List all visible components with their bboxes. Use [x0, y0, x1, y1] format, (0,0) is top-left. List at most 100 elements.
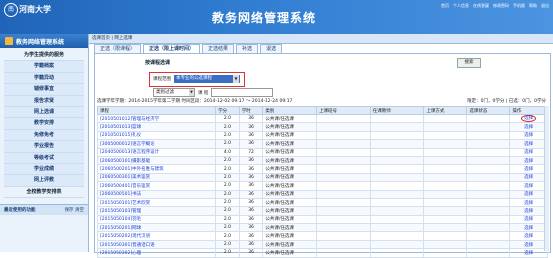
course-name[interactable]: [2060500501]书法 [96, 189, 217, 199]
course-name[interactable]: [2015050103]管理 [96, 206, 217, 216]
select-button-text[interactable]: 选择 [524, 209, 533, 214]
top-link-logout[interactable]: 退出 [541, 3, 549, 9]
course-name[interactable]: [2060500401]音乐鉴赏 [96, 181, 217, 191]
select-button-text[interactable]: 选择 [524, 159, 533, 164]
select-button[interactable]: 选择 [509, 239, 548, 250]
course-name[interactable]: [2015050302]心理 [96, 248, 217, 258]
sidebar-item-grades[interactable]: 学业成绩 [4, 163, 84, 176]
select-button[interactable]: 选择 [509, 223, 548, 233]
select-button[interactable]: 选择 [509, 189, 548, 199]
course-name[interactable]: [2015050101]艺术欣赏 [96, 197, 217, 208]
course-name[interactable]: [2060500201]中外名胜与建筑 [96, 164, 217, 174]
class-no-cell [316, 147, 371, 157]
top-link-home[interactable]: 首页 [441, 3, 449, 9]
sidebar-item-exemption[interactable]: 免修免考 [4, 129, 84, 142]
select-button-text[interactable]: 选择 [524, 142, 533, 147]
course-name-text[interactable]: [2060500401]音乐鉴赏 [100, 184, 150, 189]
type-cell-text: 公共课/任选课 [265, 175, 294, 181]
sidebar-item-academic-report[interactable]: 学业报告 [4, 141, 84, 153]
course-scope-select[interactable]: 本专业的公选课程 ▼ [174, 75, 240, 83]
course-name-text[interactable]: [3005000012]语言学概论 [100, 142, 155, 147]
course-name-text[interactable]: [2060500301]美术鉴赏 [100, 175, 150, 180]
select-button-text[interactable]: 选择 [524, 226, 533, 231]
course-input[interactable] [211, 88, 274, 97]
course-name[interactable]: [2015050301]普通话口语 [96, 239, 217, 250]
course-name-text[interactable]: [2040500013]语言程序设计 [100, 150, 159, 155]
course-name-text[interactable]: [2015050202]现代汉语 [100, 234, 150, 239]
top-link-qa[interactable]: 在线答疑 [473, 3, 489, 9]
course-name-text[interactable]: [2060500101]摄影基础 [100, 159, 150, 164]
course-name[interactable]: [2060500101]摄影基础 [96, 155, 217, 166]
select-button[interactable]: 选择 [509, 164, 548, 174]
course-name[interactable]: [2015050201]网球 [96, 223, 217, 233]
select-button-text[interactable]: 选择 [524, 192, 533, 197]
select-button[interactable]: 选择 [509, 113, 548, 124]
select-button-text[interactable]: 选择 [524, 167, 533, 172]
sidebar-item-evaluation[interactable]: 网上评教 [4, 175, 84, 187]
sidebar-item-report[interactable]: 报告求贤 [4, 95, 84, 107]
select-button-text[interactable]: 选择 [524, 175, 533, 180]
chevron-down-icon[interactable]: ▼ [189, 89, 194, 96]
select-button[interactable]: 选择 [509, 172, 548, 183]
sidebar-item-status-change[interactable]: 学籍异动 [4, 72, 84, 85]
course-name[interactable]: [2015050202]现代汉语 [96, 231, 217, 241]
course-name-text[interactable]: [2015050104]羽毛 [100, 217, 141, 222]
course-name-text[interactable]: [2015050103]管理 [100, 209, 141, 214]
select-button[interactable]: 选择 [509, 197, 548, 208]
select-button[interactable]: 选择 [509, 231, 548, 241]
select-button[interactable]: 选择 [509, 139, 548, 149]
select-button[interactable]: 选择 [509, 181, 548, 191]
hours-cell-text: 72 [248, 149, 254, 155]
teacher-cell [369, 122, 425, 132]
select-button-text[interactable]: 选择 [524, 243, 533, 248]
select-button[interactable]: 选择 [509, 155, 548, 166]
scrollbar[interactable] [544, 106, 549, 251]
course-name[interactable]: [2010501013]篮球 [96, 122, 217, 132]
course-name-text[interactable]: [2015050101]艺术欣赏 [100, 201, 150, 206]
chevron-down-icon[interactable]: ▼ [233, 75, 239, 83]
select-button-text[interactable]: 选择 [521, 115, 537, 122]
course-name[interactable]: [2010501012]管理与经济学 [96, 113, 217, 124]
select-button[interactable]: 选择 [509, 206, 548, 216]
select-button[interactable]: 选择 [509, 214, 548, 225]
select-button[interactable]: 选择 [509, 248, 548, 258]
sidebar-item-level-exam[interactable]: 等级考试 [4, 152, 84, 164]
course-name[interactable]: [2040500013]语言程序设计 [96, 147, 217, 157]
course-name-text[interactable]: [2010501015]礼仪 [100, 133, 141, 138]
course-name[interactable]: [2015050104]羽毛 [96, 214, 217, 225]
course-name-text[interactable]: [2015050301]普通话口语 [100, 243, 155, 248]
top-link-mobile[interactable]: 手机版 [513, 3, 525, 9]
select-button[interactable]: 选择 [509, 122, 548, 132]
course-name-text[interactable]: [2015050201]网球 [100, 226, 141, 231]
course-name-text[interactable]: [2060500201]中外名胜与建筑 [100, 167, 164, 172]
search-button[interactable]: 搜索 [457, 58, 481, 68]
course-name[interactable]: [3005000012]语言学概论 [96, 139, 217, 149]
sidebar-item-course-selection[interactable]: 网上选课 [4, 106, 84, 119]
course-name[interactable]: [2060500301]美术鉴赏 [96, 172, 217, 183]
category-filter-select[interactable]: 类别过滤 ▼ [153, 88, 195, 97]
recent-actions[interactable]: 保存 清空 [65, 207, 84, 213]
course-name-text[interactable]: [2010501013]篮球 [100, 125, 141, 130]
select-button-text[interactable]: 选择 [524, 217, 533, 222]
select-button[interactable]: 选择 [509, 130, 548, 141]
course-scope-value: 本专业的公选课程 [176, 76, 212, 81]
sidebar-item-school-schedule[interactable]: 全校教学安排表 [4, 187, 84, 199]
course-name[interactable]: [2010501015]礼仪 [96, 130, 217, 141]
sidebar-item-teaching-schedule[interactable]: 教学安排 [4, 118, 84, 130]
select-button[interactable]: 选择 [509, 147, 548, 157]
sidebar-item-services[interactable]: 为学生提供的服务 [4, 50, 84, 62]
select-button-text[interactable]: 选择 [524, 133, 533, 138]
sidebar-item-minor[interactable]: 辅修事宜 [4, 84, 84, 96]
course-name-text[interactable]: [2010501012]管理与经济学 [100, 117, 159, 122]
select-button-text[interactable]: 选择 [524, 234, 533, 239]
select-button-text[interactable]: 选择 [524, 125, 533, 130]
type-cell-text: 公共课/任选课 [265, 242, 294, 248]
select-button-text[interactable]: 选择 [524, 184, 533, 189]
top-link-password[interactable]: 修改密码 [493, 3, 509, 9]
course-name-text[interactable]: [2060500501]书法 [100, 192, 141, 197]
sidebar-item-records[interactable]: 学籍档案 [4, 61, 84, 73]
select-button-text[interactable]: 选择 [524, 150, 533, 155]
select-button-text[interactable]: 选择 [524, 201, 533, 206]
top-link-profile[interactable]: 个人信息 [453, 3, 469, 9]
top-link-help[interactable]: 帮助 [529, 3, 537, 9]
